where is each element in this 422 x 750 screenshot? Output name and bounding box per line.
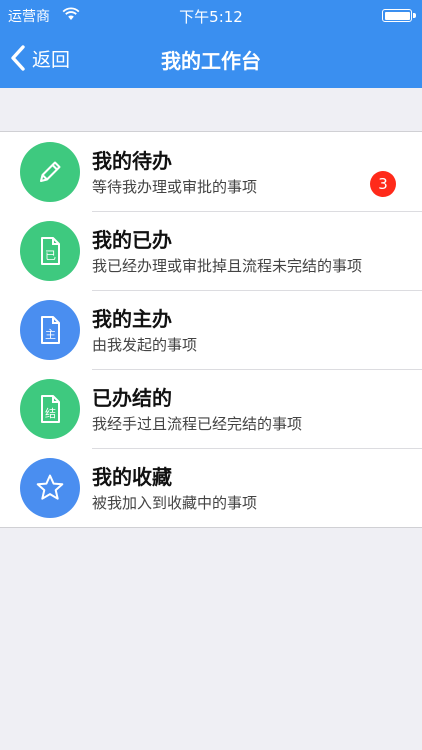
document-done-icon: 已 — [20, 221, 80, 281]
list-item-title: 我的待办 — [92, 149, 172, 173]
list-item-done[interactable]: 已 我的已办 我已经办理或审批掉且流程未完结的事项 — [0, 211, 422, 290]
header: 运营商 下午5:12 返回 我的工作台 — [0, 0, 422, 88]
document-host-icon: 主 — [20, 300, 80, 360]
list-item-todo[interactable]: 我的待办 等待我办理或审批的事项 — [0, 132, 422, 211]
list-item-subtitle: 被我加入到收藏中的事项 — [92, 494, 258, 512]
list-item-title: 我的收藏 — [92, 465, 172, 489]
status-bar: 运营商 下午5:12 — [0, 0, 422, 30]
list-item-subtitle: 等待我办理或审批的事项 — [92, 178, 258, 196]
battery-icon — [382, 9, 416, 22]
list-item-subtitle: 我经手过且流程已经完结的事项 — [92, 415, 303, 433]
list-item-subtitle: 我已经办理或审批掉且流程未完结的事项 — [92, 257, 363, 275]
todo-count-badge: 3 — [370, 171, 396, 197]
document-glyph: 已 — [45, 249, 56, 262]
document-finished-icon: 结 — [20, 379, 80, 439]
list-item-host[interactable]: 主 我的主办 由我发起的事项 — [0, 290, 422, 369]
status-time: 下午5:12 — [179, 8, 243, 26]
star-icon — [20, 458, 80, 518]
pencil-icon — [20, 142, 80, 202]
list-item-title: 我的主办 — [92, 307, 172, 331]
page-title: 我的工作台 — [161, 49, 261, 73]
list-item-subtitle: 由我发起的事项 — [92, 336, 198, 354]
list-item-finished[interactable]: 结 已办结的 我经手过且流程已经完结的事项 — [0, 369, 422, 448]
workbench-list: 我的待办 等待我办理或审批的事项 已 我的已办 我已经办理或审批掉且流程未完结的… — [0, 131, 422, 528]
document-glyph: 结 — [45, 407, 56, 420]
list-item-favorites[interactable]: 我的收藏 被我加入到收藏中的事项 — [0, 448, 422, 527]
navigation-bar: 返回 我的工作台 — [0, 30, 422, 88]
list-item-title: 已办结的 — [92, 386, 172, 410]
document-glyph: 主 — [45, 328, 56, 341]
list-item-title: 我的已办 — [92, 228, 172, 252]
